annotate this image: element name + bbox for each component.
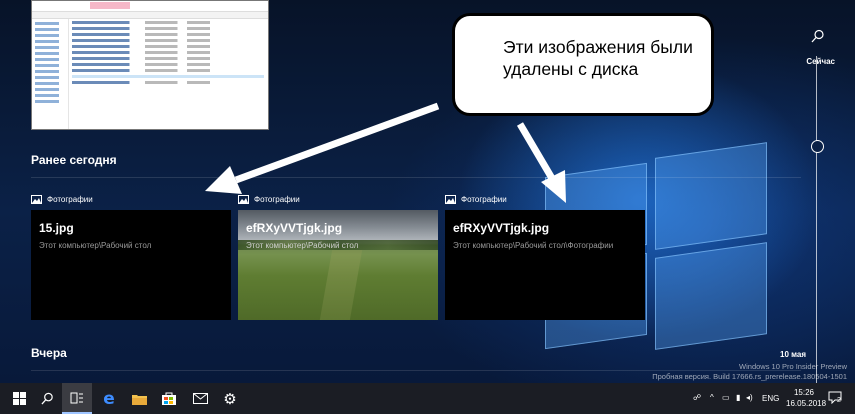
photos-icon	[445, 195, 456, 204]
card-app-label: Фотографии	[31, 195, 93, 204]
clock[interactable]: 15:26 16.05.2018	[786, 387, 827, 409]
language-indicator[interactable]: ENG	[762, 394, 779, 403]
card-app-name: Фотографии	[47, 195, 93, 204]
file-explorer-button[interactable]	[124, 383, 154, 414]
section-earlier-today: Ранее сегодня	[31, 153, 117, 167]
chevron-up-icon[interactable]: ^	[710, 393, 714, 402]
windows-icon	[12, 392, 26, 405]
card-file-name: 15.jpg	[39, 221, 74, 235]
action-center-button[interactable]: 2	[828, 391, 842, 406]
gear-icon: ⚙	[223, 389, 237, 408]
activity-card[interactable]: 15.jpg Этот компьютер\Рабочий стол	[31, 210, 231, 320]
task-view-icon	[70, 392, 83, 403]
edge-button[interactable]: e	[94, 383, 124, 414]
timeline-track[interactable]	[816, 56, 817, 383]
photo-field-path	[319, 250, 363, 320]
card-file-path: Этот компьютер\Рабочий стол\Фотографии	[453, 241, 614, 250]
timeline-view: Ранее сегодня Фотографии Фотографии Фото…	[0, 0, 855, 383]
notification-count: 2	[837, 397, 841, 404]
card-app-label: Фотографии	[238, 195, 300, 204]
file-explorer-thumbnail[interactable]	[31, 0, 269, 130]
mail-icon	[192, 393, 208, 404]
store-button[interactable]	[154, 383, 184, 414]
timeline-now-label: Сейчас	[806, 57, 835, 66]
watermark-line2: Пробная версия. Build 17666.rs_prereleas…	[652, 372, 847, 381]
battery-icon[interactable]: ▮	[736, 393, 740, 402]
section-divider	[31, 177, 801, 178]
card-app-label: Фотографии	[445, 195, 507, 204]
edge-icon: e	[103, 388, 115, 409]
taskbar: e ⚙ ☍ ^ ▭ ▮ ◂) ENG 15:26 16.05.2018 2	[0, 383, 855, 414]
folder-icon	[131, 394, 147, 405]
photos-icon	[31, 195, 42, 204]
section-yesterday: Вчера	[31, 346, 67, 360]
clock-time: 15:26	[793, 388, 815, 397]
task-view-button[interactable]	[62, 383, 92, 414]
clock-date: 16.05.2018	[786, 399, 827, 408]
watermark-line1: Windows 10 Pro Insider Preview	[739, 362, 847, 371]
card-file-path: Этот компьютер\Рабочий стол	[246, 241, 359, 250]
settings-button[interactable]: ⚙	[215, 383, 245, 414]
activity-card[interactable]: efRXyVVTjgk.jpg Этот компьютер\Рабочий с…	[445, 210, 645, 320]
people-icon[interactable]: ☍	[693, 393, 701, 402]
photos-icon	[238, 195, 249, 204]
annotation-callout: Эти изображения были удалены с диска	[452, 13, 714, 116]
card-file-name: efRXyVVTjgk.jpg	[246, 221, 343, 235]
search-icon[interactable]	[811, 29, 825, 43]
store-bag-icon	[162, 392, 176, 405]
network-icon[interactable]: ▭	[722, 393, 730, 402]
card-file-name: efRXyVVTjgk.jpg	[453, 221, 550, 235]
callout-text: Эти изображения были удалены с диска	[503, 37, 693, 79]
timeline-handle[interactable]	[811, 140, 824, 153]
card-file-path: Этот компьютер\Рабочий стол	[39, 241, 152, 250]
search-button[interactable]	[32, 383, 62, 414]
card-app-name: Фотографии	[461, 195, 507, 204]
mail-button[interactable]	[185, 383, 215, 414]
start-button[interactable]	[4, 383, 34, 414]
timeline-date-label: 10 мая	[780, 350, 807, 359]
activity-card[interactable]: efRXyVVTjgk.jpg Этот компьютер\Рабочий с…	[238, 210, 438, 320]
search-icon	[40, 392, 53, 405]
card-app-name: Фотографии	[254, 195, 300, 204]
volume-icon[interactable]: ◂)	[746, 393, 753, 402]
